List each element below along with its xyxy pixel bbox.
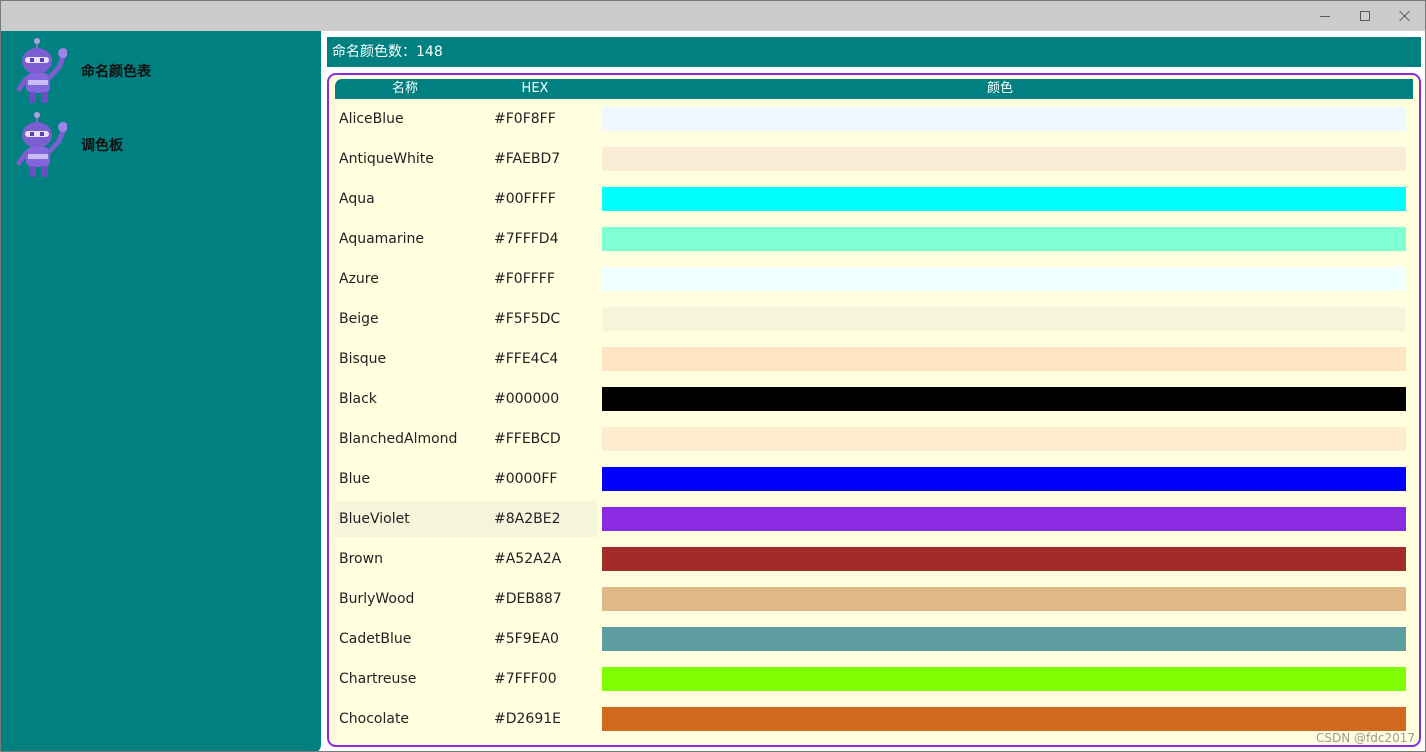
cell-color-name: CadetBlue (339, 631, 412, 647)
table-header: 名称 HEX 颜色 (335, 79, 1413, 99)
color-table-body[interactable]: AliceBlue #F0F8FF AntiqueWhite #FAEBD7 Aqua #… (335, 99, 1413, 745)
cell-color-name: Blue (339, 471, 370, 487)
title-bar[interactable] (1, 1, 1425, 31)
table-row[interactable]: AntiqueWhite #FAEBD7 (335, 139, 1413, 179)
color-swatch (602, 547, 1406, 571)
color-swatch (602, 187, 1406, 211)
table-row[interactable]: Beige #F5F5DC (335, 299, 1413, 339)
table-row[interactable]: BlanchedAlmond #FFEBCD (335, 419, 1413, 459)
cell-color-hex: #0000FF (494, 471, 558, 487)
color-table-frame: 名称 HEX 颜色 AliceBlue #F0F8FF AntiqueWhite #F… (327, 73, 1421, 747)
cell-color-name: BlueViolet (339, 511, 410, 527)
cell-color-name: AntiqueWhite (339, 151, 434, 167)
table-row[interactable]: AliceBlue #F0F8FF (335, 99, 1413, 139)
sidebar-item-label: 调色板 (81, 138, 123, 154)
table-row[interactable]: Chocolate #D2691E (335, 699, 1413, 739)
sidebar-item-palette[interactable]: 调色板 (1, 109, 321, 181)
color-swatch (602, 387, 1406, 411)
app-window: 命名颜色表 调色板 命名颜色数：148 名称 HEX 颜色 AliceBlue … (0, 0, 1426, 752)
robot-icon (16, 38, 67, 103)
cell-color-name: Aquamarine (339, 231, 425, 247)
sidebar-item-label: 命名颜色表 (81, 64, 151, 80)
table-row[interactable]: Aqua #00FFFF (335, 179, 1413, 219)
cell-color-hex: #D2691E (494, 711, 561, 727)
main-content: 命名颜色数：148 名称 HEX 颜色 AliceBlue #F0F8FF Anti… (322, 31, 1425, 751)
minimize-button[interactable] (1305, 1, 1345, 31)
table-row[interactable]: Blue #0000FF (335, 459, 1413, 499)
column-header-hex[interactable]: HEX (490, 79, 580, 99)
close-button[interactable] (1385, 1, 1425, 31)
cell-color-hex: #5F9EA0 (494, 631, 559, 647)
cell-color-name: AliceBlue (339, 111, 404, 127)
color-swatch (602, 507, 1406, 531)
cell-color-name: BurlyWood (339, 591, 415, 607)
sidebar: 命名颜色表 调色板 (1, 31, 321, 751)
cell-color-name: Azure (339, 271, 379, 287)
color-swatch (602, 427, 1406, 451)
color-swatch (602, 107, 1406, 131)
cell-color-name: Chartreuse (339, 671, 417, 687)
color-swatch (602, 707, 1406, 731)
cell-color-name: Black (339, 391, 377, 407)
close-icon (1399, 10, 1411, 22)
cell-color-hex: #7FFF00 (494, 671, 557, 687)
color-swatch (602, 627, 1406, 651)
sidebar-item-named-colors[interactable]: 命名颜色表 (1, 35, 321, 107)
cell-color-name: Brown (339, 551, 383, 567)
cell-color-name: Bisque (339, 351, 387, 367)
cell-color-hex: #00FFFF (494, 191, 556, 207)
color-swatch (602, 307, 1406, 331)
cell-color-name: BlanchedAlmond (339, 431, 458, 447)
table-row[interactable]: Aquamarine #7FFFD4 (335, 219, 1413, 259)
cell-color-hex: #F5F5DC (494, 311, 561, 327)
cell-color-hex: #F0FFFF (494, 271, 555, 287)
table-row[interactable]: BurlyWood #DEB887 (335, 579, 1413, 619)
table-row[interactable]: Brown #A52A2A (335, 539, 1413, 579)
color-swatch (602, 267, 1406, 291)
color-swatch (602, 587, 1406, 611)
table-row[interactable]: Azure #F0FFFF (335, 259, 1413, 299)
table-row[interactable]: Bisque #FFE4C4 (335, 339, 1413, 379)
cell-color-hex: #000000 (494, 391, 560, 407)
robot-icon (16, 112, 67, 177)
cell-color-name: Beige (339, 311, 379, 327)
cell-color-hex: #FFE4C4 (494, 351, 559, 367)
cell-color-hex: #8A2BE2 (494, 511, 561, 527)
color-swatch (602, 147, 1406, 171)
cell-color-hex: #7FFFD4 (494, 231, 559, 247)
cell-color-hex: #FAEBD7 (494, 151, 561, 167)
column-header-name[interactable]: 名称 (335, 79, 475, 99)
maximize-button[interactable] (1345, 1, 1385, 31)
table-row[interactable]: BlueViolet #8A2BE2 (335, 499, 1413, 539)
color-swatch (602, 227, 1406, 251)
cell-color-hex: #A52A2A (494, 551, 562, 567)
color-count-label: 命名颜色数：148 (327, 37, 1421, 67)
table-row[interactable]: Chartreuse #7FFF00 (335, 659, 1413, 699)
color-swatch (602, 347, 1406, 371)
table-row[interactable]: Black #000000 (335, 379, 1413, 419)
watermark: CSDN @fdc2017 (1315, 731, 1415, 745)
cell-color-name: Chocolate (339, 711, 410, 727)
cell-color-hex: #F0F8FF (494, 111, 556, 127)
color-swatch (602, 667, 1406, 691)
cell-color-hex: #DEB887 (494, 591, 562, 607)
column-header-color[interactable]: 颜色 (601, 79, 1399, 99)
cell-color-name: Aqua (339, 191, 375, 207)
table-row[interactable]: CadetBlue #5F9EA0 (335, 619, 1413, 659)
maximize-icon (1360, 11, 1370, 21)
cell-color-hex: #FFEBCD (494, 431, 561, 447)
minimize-icon (1320, 15, 1330, 17)
color-swatch (602, 467, 1406, 491)
